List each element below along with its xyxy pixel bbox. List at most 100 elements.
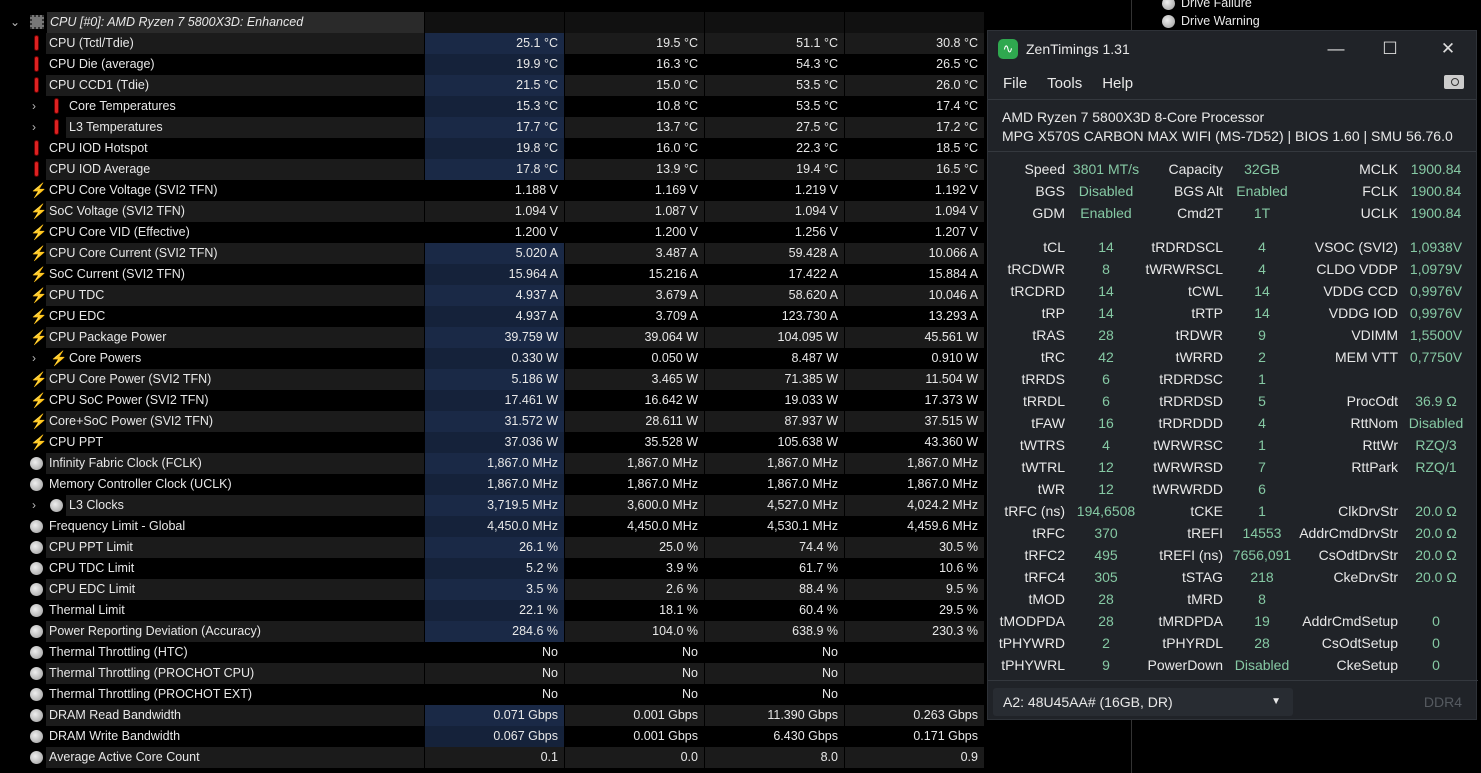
sensor-row[interactable]: ⚡ CPU SoC Power (SVI2 TFN) 17.461 W 16.642 … [0,390,985,411]
screenshot-camera-icon[interactable] [1444,75,1464,89]
sensor-row[interactable]: DRAM Read Bandwidth 0.071 Gbps 0.001 Gbps 1… [0,705,985,726]
sensor-value: 4.937 A [424,306,564,327]
sensor-value: 0.330 W [424,348,564,369]
sensor-value: 10.8 °C [564,96,704,117]
module-select[interactable]: A2: 48U45AA# (16GB, DR) ▼ [993,688,1293,716]
sensor-row[interactable]: ⚡ CPU Core Power (SVI2 TFN) 5.186 W 3.465 W… [0,369,985,390]
sensor-label: Average Active Core Count [46,747,424,768]
chevron-down-icon[interactable]: ⌄ [8,12,22,33]
timing-row: tWTRS 4 tWRWRSC 1 RttWr RZQ/3 [988,434,1478,456]
sensor-label: CPU EDC Limit [46,579,424,600]
sensor-row[interactable]: ⚡ CPU EDC 4.937 A 3.709 A 123.730 A 13.293 A [0,306,985,327]
sensor-row[interactable]: Memory Controller Clock (UCLK) 1,867.0 MH… [0,474,985,495]
timing-row: tRRDS 6 tRDRDSC 1 [988,368,1478,390]
tree-item-drive-warning[interactable]: Drive Warning [1162,11,1260,31]
sensor-row[interactable]: ⚡ CPU Core VID (Effective) 1.200 V 1.200 V1… [0,222,985,243]
chip-icon [30,15,44,29]
sensor-row[interactable]: Thermal Throttling (PROCHOT EXT) No No No [0,684,985,705]
timing-label: ClkDrvStr [1338,503,1398,519]
clock-icon [30,645,44,660]
timing-value: 4 [1102,437,1110,453]
sensor-row[interactable]: › Core Temperatures 15.3 °C 10.8 °C 53.5 °C 1… [0,96,985,117]
thermometer-icon [50,99,64,114]
timing-label: tRDRDSCL [1151,239,1223,255]
sensor-row[interactable]: Average Active Core Count 0.1 0.0 8.0 0.9 [0,747,985,768]
sensor-row[interactable]: ⚡ CPU Package Power 39.759 W 39.064 W 104.09… [0,327,985,348]
timing-value: 1900.84 [1410,161,1462,177]
timing-value: 0,9976V [1409,283,1463,299]
sensor-value: 19.8 °C [424,138,564,159]
timing-label: tWRRD [1175,349,1223,365]
timing-label: tWTRS [1019,437,1065,453]
sensor-row[interactable]: Infinity Fabric Clock (FCLK) 1,867.0 MHz 1… [0,453,985,474]
sensor-row[interactable]: DRAM Write Bandwidth 0.067 Gbps 0.001 Gbps… [0,726,985,747]
clock-icon [30,666,44,681]
lightning-icon: ⚡ [50,350,68,366]
sensor-row[interactable]: CPU EDC Limit 3.5 % 2.6 % 88.4 % 9.5 % [0,579,985,600]
timing-label: tMRDPDA [1158,613,1223,629]
sensor-row[interactable]: CPU IOD Hotspot 19.8 °C 16.0 °C 22.3 °C 18.5… [0,138,985,159]
sensor-group-header[interactable]: ⌄ CPU [#0]: AMD Ryzen 7 5800X3D: Enhance… [0,12,985,33]
chevron-right-icon[interactable]: › [27,495,41,516]
sensor-row[interactable]: CPU (Tctl/Tdie) 25.1 °C 19.5 °C 51.1 °C 30.8… [0,33,985,54]
menu-tools[interactable]: Tools [1047,75,1082,92]
menu-file[interactable]: File [1003,75,1027,92]
timing-label: tRP [1041,305,1065,321]
timing-row: tRFC 370 tREFI 14553 AddrCmdDrvStr 20.0 Ω [988,522,1478,544]
sensor-row[interactable]: ⚡ SoC Current (SVI2 TFN) 15.964 A 15.216 A1… [0,264,985,285]
close-button[interactable]: ✕ [1434,37,1462,61]
menu-help[interactable]: Help [1102,75,1133,92]
sensor-row[interactable]: ⚡ CPU PPT 37.036 W 35.528 W 105.638 W 43.360 … [0,432,985,453]
sensor-row[interactable]: ⚡ CPU TDC 4.937 A 3.679 A 58.620 A 10.046 A [0,285,985,306]
sensor-label: CPU Core Voltage (SVI2 TFN) [49,183,218,197]
timing-value: 12 [1098,459,1114,475]
sensor-label: L3 Clocks [66,495,424,516]
sensor-value: 27.5 °C [704,117,844,138]
timing-label: RttPark [1351,459,1398,475]
sensor-row[interactable]: › ⚡ Core Powers 0.330 W 0.050 W 8.487 W 0.910 … [0,348,985,369]
sensor-row[interactable]: ⚡ Core+SoC Power (SVI2 TFN) 31.572 W 28.611… [0,411,985,432]
clock-icon [1162,0,1175,10]
sensor-row[interactable]: Frequency Limit - Global 4,450.0 MHz 4,450… [0,516,985,537]
sensor-label: CPU SoC Power (SVI2 TFN) [49,393,209,407]
timing-value: 194,6508 [1076,503,1136,519]
sensor-row[interactable]: ⚡ CPU Core Current (SVI2 TFN) 5.020 A 3.487… [0,243,985,264]
sensor-row[interactable]: CPU IOD Average 17.8 °C 13.9 °C 19.4 °C 16.5… [0,159,985,180]
sensor-row[interactable]: Thermal Limit 22.1 % 18.1 % 60.4 % 29.5 % [0,600,985,621]
sensor-row[interactable]: CPU TDC Limit 5.2 % 3.9 % 61.7 % 10.6 % [0,558,985,579]
sensor-value: 3.465 W [564,369,704,390]
lightning-icon: ⚡ [30,392,48,408]
sensor-value: 2.6 % [564,579,704,600]
timing-value: 370 [1094,525,1118,541]
timing-value: 1 [1258,437,1266,453]
title-bar[interactable]: ∿ ZenTimings 1.31 — ☐ ✕ [988,31,1476,67]
chevron-right-icon[interactable]: › [27,348,41,369]
sensor-row[interactable]: CPU CCD1 (Tdie) 21.5 °C 15.0 °C 53.5 °C 26.0… [0,75,985,96]
minimize-button[interactable]: — [1322,37,1350,61]
sensor-label: Power Reporting Deviation (Accuracy) [46,621,424,642]
sensor-row[interactable]: › L3 Temperatures 17.7 °C 13.7 °C 27.5 °C 17.… [0,117,985,138]
sensor-value: 3.709 A [564,306,704,327]
timing-value: 7 [1258,459,1266,475]
sensor-row[interactable]: ⚡ CPU Core Voltage (SVI2 TFN) 1.188 V 1.169… [0,180,985,201]
sensor-row[interactable]: Thermal Throttling (PROCHOT CPU) No No No [0,663,985,684]
sensor-row[interactable]: CPU PPT Limit 26.1 % 25.0 % 74.4 % 30.5 % [0,537,985,558]
sensor-value: No [424,642,564,663]
sensor-row[interactable]: ⚡ SoC Voltage (SVI2 TFN) 1.094 V 1.087 V 1.0… [0,201,985,222]
timing-label: VDDG IOD [1328,305,1398,321]
sensor-row[interactable]: Power Reporting Deviation (Accuracy) 284.… [0,621,985,642]
maximize-button[interactable]: ☐ [1376,37,1404,61]
timing-value: 1 [1258,503,1266,519]
sensor-value: 105.638 W [704,432,844,453]
sensor-row[interactable]: Thermal Throttling (HTC) No No No [0,642,985,663]
chevron-right-icon[interactable]: › [27,117,41,138]
chevron-right-icon[interactable]: › [27,96,41,117]
timing-label: tRRDS [1021,371,1065,387]
sensor-value: 15.884 A [844,264,984,285]
sensor-value: 1.087 V [564,201,704,222]
sensor-value: 16.642 W [564,390,704,411]
sensor-row[interactable]: CPU Die (average) 19.9 °C 16.3 °C 54.3 °C 26… [0,54,985,75]
sensor-value: 0.9 [844,747,984,768]
sensor-row[interactable]: › L3 Clocks 3,719.5 MHz 3,600.0 MHz 4,527.0 … [0,495,985,516]
sensor-value: 39.064 W [564,327,704,348]
